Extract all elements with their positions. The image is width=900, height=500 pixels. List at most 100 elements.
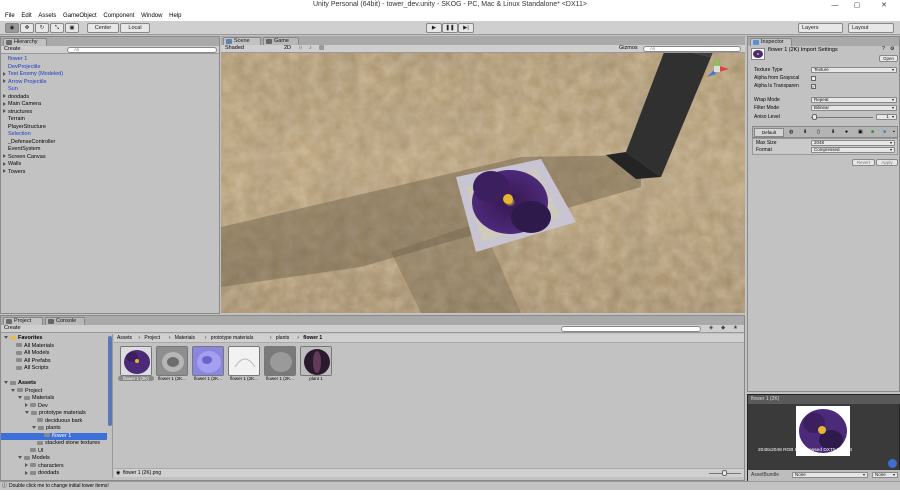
menu-window[interactable]: Window bbox=[141, 13, 162, 19]
hierarchy-item[interactable]: Walls bbox=[3, 161, 21, 168]
minimize-button[interactable]: — bbox=[824, 0, 846, 11]
breadcrumb-item[interactable]: Assets bbox=[117, 335, 132, 341]
tab-inspector[interactable]: Inspector bbox=[750, 38, 792, 46]
texture-type-dropdown[interactable]: Texture bbox=[811, 67, 897, 73]
bb-platform-icon[interactable]: ● bbox=[845, 129, 848, 135]
asset-thumbnail-gray[interactable] bbox=[264, 346, 296, 376]
hierarchy-search-input[interactable]: All bbox=[67, 47, 217, 53]
expand-arrow-icon[interactable] bbox=[25, 470, 28, 475]
project-tree-item-selected[interactable]: flower 1 bbox=[1, 432, 107, 440]
wrap-mode-dropdown[interactable]: Repeat bbox=[811, 97, 897, 103]
tizen-platform-icon[interactable]: ▪ bbox=[893, 129, 895, 135]
hierarchy-item[interactable]: _DefenseController bbox=[3, 139, 55, 146]
filter-mode-dropdown[interactable]: Bilinear bbox=[811, 105, 897, 111]
project-tree-item[interactable]: UI bbox=[1, 448, 107, 455]
breadcrumb-item[interactable]: flower 1 bbox=[303, 335, 322, 341]
expand-arrow-icon[interactable] bbox=[4, 336, 8, 340]
rotate-tool-button[interactable]: ↻ bbox=[35, 23, 49, 33]
mode-2d-toggle[interactable]: 2D bbox=[284, 45, 291, 52]
expand-arrow-icon[interactable] bbox=[25, 411, 29, 415]
menu-edit[interactable]: Edit bbox=[21, 13, 31, 19]
revert-button[interactable]: Revert bbox=[852, 159, 875, 166]
expand-arrow-icon[interactable] bbox=[3, 154, 6, 159]
assetbundle-variant-dropdown[interactable]: None bbox=[872, 472, 898, 478]
tab-hierarchy[interactable]: Hierarchy bbox=[3, 38, 47, 46]
asset-caption[interactable]: flower 1 (2K... bbox=[262, 376, 298, 381]
asset-thumbnail-flower[interactable] bbox=[120, 346, 152, 376]
asset-thumbnail-normalblue[interactable] bbox=[192, 346, 224, 376]
step-button[interactable]: ▶| bbox=[458, 23, 474, 33]
asset-caption[interactable]: flower 1 (2K... bbox=[226, 376, 262, 381]
asset-thumbnail-white[interactable] bbox=[228, 346, 260, 376]
asset-caption[interactable]: flower 1 (2K) bbox=[118, 376, 154, 381]
breadcrumb-item[interactable]: plants bbox=[276, 335, 289, 341]
tab-console[interactable]: Console bbox=[45, 317, 85, 325]
project-tree-item[interactable]: prototype materials bbox=[1, 410, 107, 417]
aniso-slider-track[interactable] bbox=[811, 117, 873, 118]
expand-arrow-icon[interactable] bbox=[4, 381, 8, 385]
asset-caption[interactable]: flower 1 (2K... bbox=[190, 376, 226, 381]
project-tree-item[interactable]: All Prefabs bbox=[1, 358, 107, 365]
tab-project[interactable]: Project bbox=[3, 317, 43, 325]
project-tree-item[interactable]: stacked stone textures bbox=[1, 440, 107, 447]
breadcrumb-item[interactable]: Project bbox=[144, 335, 160, 341]
play-button[interactable]: ▶ bbox=[426, 23, 442, 33]
shading-dropdown[interactable]: Shaded bbox=[225, 45, 244, 52]
open-button[interactable]: Open bbox=[879, 55, 898, 62]
project-tree-item[interactable]: doodads bbox=[1, 470, 107, 477]
project-tree-item[interactable]: Assets bbox=[1, 380, 107, 387]
tab-scene[interactable]: Scene bbox=[223, 37, 261, 45]
menu-assets[interactable]: Assets bbox=[38, 13, 56, 19]
expand-arrow-icon[interactable] bbox=[18, 456, 22, 460]
aniso-level-input[interactable]: 1 bbox=[876, 114, 897, 120]
hierarchy-item[interactable]: PlayerStructure bbox=[3, 124, 46, 131]
asset-caption[interactable]: flower 1 (2K... bbox=[154, 376, 190, 381]
android-platform-icon[interactable]: ⬇ bbox=[831, 129, 835, 135]
expand-arrow-icon[interactable] bbox=[18, 396, 22, 400]
expand-arrow-icon[interactable] bbox=[3, 109, 6, 114]
pivot-center-toggle[interactable]: Center bbox=[87, 23, 119, 33]
pivot-local-toggle[interactable]: Local bbox=[120, 23, 150, 33]
hierarchy-item[interactable]: DevProjectile bbox=[3, 64, 40, 71]
expand-arrow-icon[interactable] bbox=[3, 101, 6, 106]
expand-arrow-icon[interactable] bbox=[25, 463, 28, 468]
hierarchy-item[interactable]: Terrain bbox=[3, 116, 25, 123]
menu-gameobject[interactable]: GameObject bbox=[63, 13, 97, 19]
move-tool-button[interactable]: ✥ bbox=[20, 23, 34, 33]
gizmos-dropdown[interactable]: Gizmos bbox=[619, 45, 638, 52]
max-size-dropdown[interactable]: 2048 bbox=[811, 140, 895, 146]
expand-arrow-icon[interactable] bbox=[3, 71, 6, 76]
scale-tool-button[interactable]: ⤡ bbox=[50, 23, 64, 33]
wp-platform-icon[interactable]: ▣ bbox=[858, 129, 863, 135]
close-button[interactable]: ✕ bbox=[868, 0, 900, 11]
hierarchy-item[interactable]: Towers bbox=[3, 169, 25, 176]
label-filter-icon[interactable]: ◆ bbox=[721, 325, 725, 332]
preview-toggle-icon[interactable] bbox=[888, 459, 897, 468]
assetbundle-dropdown[interactable]: None bbox=[792, 472, 868, 478]
scene-viewport[interactable] bbox=[221, 37, 745, 313]
menu-help[interactable]: Help bbox=[169, 13, 181, 19]
expand-arrow-icon[interactable] bbox=[3, 169, 6, 174]
expand-arrow-icon[interactable] bbox=[32, 426, 36, 430]
windows-store-platform-icon[interactable]: ■ bbox=[883, 129, 886, 135]
expand-arrow-icon[interactable] bbox=[25, 403, 28, 408]
project-tree-scrollbar[interactable] bbox=[108, 336, 112, 426]
effects-dropdown[interactable]: ▨ bbox=[319, 45, 324, 52]
hierarchy-item[interactable]: Test Enemy (Modeled) bbox=[3, 71, 63, 78]
breadcrumb-item[interactable]: prototype materials bbox=[211, 335, 254, 341]
hand-tool-button[interactable]: ◉ bbox=[5, 23, 19, 33]
project-tree-item[interactable]: Dev bbox=[1, 403, 107, 410]
project-search-input[interactable] bbox=[561, 326, 701, 332]
menu-component[interactable]: Component bbox=[103, 13, 134, 19]
project-tree-item[interactable]: All Materials bbox=[1, 343, 107, 350]
apply-button[interactable]: Apply bbox=[876, 159, 898, 166]
favorite-icon[interactable]: ★ bbox=[733, 325, 738, 332]
hierarchy-item[interactable]: flower 1 bbox=[3, 56, 27, 63]
platform-tab-default[interactable]: Default bbox=[754, 128, 784, 137]
lighting-toggle[interactable]: ☼ bbox=[298, 45, 303, 52]
maximize-button[interactable]: ▢ bbox=[846, 0, 868, 11]
breadcrumb-item[interactable]: Materials bbox=[175, 335, 195, 341]
alpha-transparency-checkbox[interactable]: ✓ bbox=[811, 84, 816, 89]
hierarchy-item[interactable]: structures bbox=[3, 109, 32, 116]
inspector-help-icon[interactable]: ? bbox=[882, 46, 885, 52]
